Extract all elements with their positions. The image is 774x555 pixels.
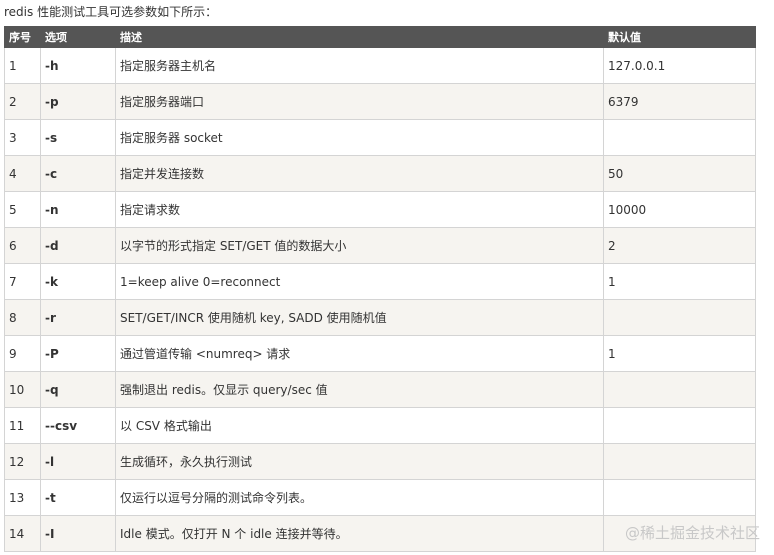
table-row: 3 -s 指定服务器 socket [4,119,756,156]
cell-default: 50 [603,155,756,192]
cell-no: 13 [4,479,41,516]
cell-description: 1=keep alive 0=reconnect [115,263,604,300]
cell-default: 127.0.0.1 [603,47,756,84]
cell-description: 指定服务器端口 [115,83,604,120]
cell-option: -c [40,155,116,192]
cell-option: -k [40,263,116,300]
cell-no: 12 [4,443,41,480]
table-row: 2 -p 指定服务器端口 6379 [4,83,756,120]
cell-option: -h [40,47,116,84]
table-row: 4 -c 指定并发连接数 50 [4,155,756,192]
cell-option: -p [40,83,116,120]
cell-no: 6 [4,227,41,264]
cell-default: 1 [603,263,756,300]
cell-description: 仅运行以逗号分隔的测试命令列表。 [115,479,604,516]
cell-no: 11 [4,407,41,444]
cell-no: 14 [4,515,41,552]
cell-no: 9 [4,335,41,372]
cell-option: -P [40,335,116,372]
params-table: 序号 选项 描述 默认值 1 -h 指定服务器主机名 127.0.0.1 2 -… [4,26,756,552]
table-row: 10 -q 强制退出 redis。仅显示 query/sec 值 [4,371,756,408]
cell-default [603,443,756,480]
table-row: 7 -k 1=keep alive 0=reconnect 1 [4,263,756,300]
table-row: 5 -n 指定请求数 10000 [4,191,756,228]
cell-default: 1 [603,335,756,372]
cell-default [603,479,756,516]
cell-option: -n [40,191,116,228]
cell-option: -l [40,443,116,480]
table-row: 13 -t 仅运行以逗号分隔的测试命令列表。 [4,479,756,516]
header-no: 序号 [4,26,41,48]
cell-description: SET/GET/INCR 使用随机 key, SADD 使用随机值 [115,299,604,336]
cell-option: -r [40,299,116,336]
cell-description: 强制退出 redis。仅显示 query/sec 值 [115,371,604,408]
cell-no: 8 [4,299,41,336]
table-row: 6 -d 以字节的形式指定 SET/GET 值的数据大小 2 [4,227,756,264]
cell-default [603,119,756,156]
cell-description: 指定服务器主机名 [115,47,604,84]
cell-description: 生成循环，永久执行测试 [115,443,604,480]
cell-no: 7 [4,263,41,300]
cell-option: -I [40,515,116,552]
cell-description: Idle 模式。仅打开 N 个 idle 连接并等待。 [115,515,604,552]
cell-description: 指定请求数 [115,191,604,228]
cell-description: 指定并发连接数 [115,155,604,192]
header-default: 默认值 [603,26,756,48]
cell-description: 以 CSV 格式输出 [115,407,604,444]
cell-option: -d [40,227,116,264]
cell-description: 指定服务器 socket [115,119,604,156]
cell-no: 10 [4,371,41,408]
table-header-row: 序号 选项 描述 默认值 [4,26,756,48]
cell-default: 10000 [603,191,756,228]
cell-no: 3 [4,119,41,156]
table-row: 11 --csv 以 CSV 格式输出 [4,407,756,444]
cell-no: 4 [4,155,41,192]
cell-no: 5 [4,191,41,228]
cell-default [603,407,756,444]
cell-default: 6379 [603,83,756,120]
table-row: 9 -P 通过管道传输 <numreq> 请求 1 [4,335,756,372]
cell-option: --csv [40,407,116,444]
table-row: 1 -h 指定服务器主机名 127.0.0.1 [4,47,756,84]
cell-default [603,299,756,336]
cell-description: 通过管道传输 <numreq> 请求 [115,335,604,372]
header-option: 选项 [40,26,116,48]
watermark-text: @稀土掘金技术社区 [624,524,760,542]
cell-default [603,371,756,408]
cell-option: -q [40,371,116,408]
cell-no: 2 [4,83,41,120]
cell-option: -t [40,479,116,516]
cell-description: 以字节的形式指定 SET/GET 值的数据大小 [115,227,604,264]
header-description: 描述 [115,26,604,48]
table-row: 8 -r SET/GET/INCR 使用随机 key, SADD 使用随机值 [4,299,756,336]
intro-text: redis 性能测试工具可选参数如下所示： [4,5,218,19]
cell-option: -s [40,119,116,156]
cell-no: 1 [4,47,41,84]
cell-default: 2 [603,227,756,264]
table-row: 12 -l 生成循环，永久执行测试 [4,443,756,480]
